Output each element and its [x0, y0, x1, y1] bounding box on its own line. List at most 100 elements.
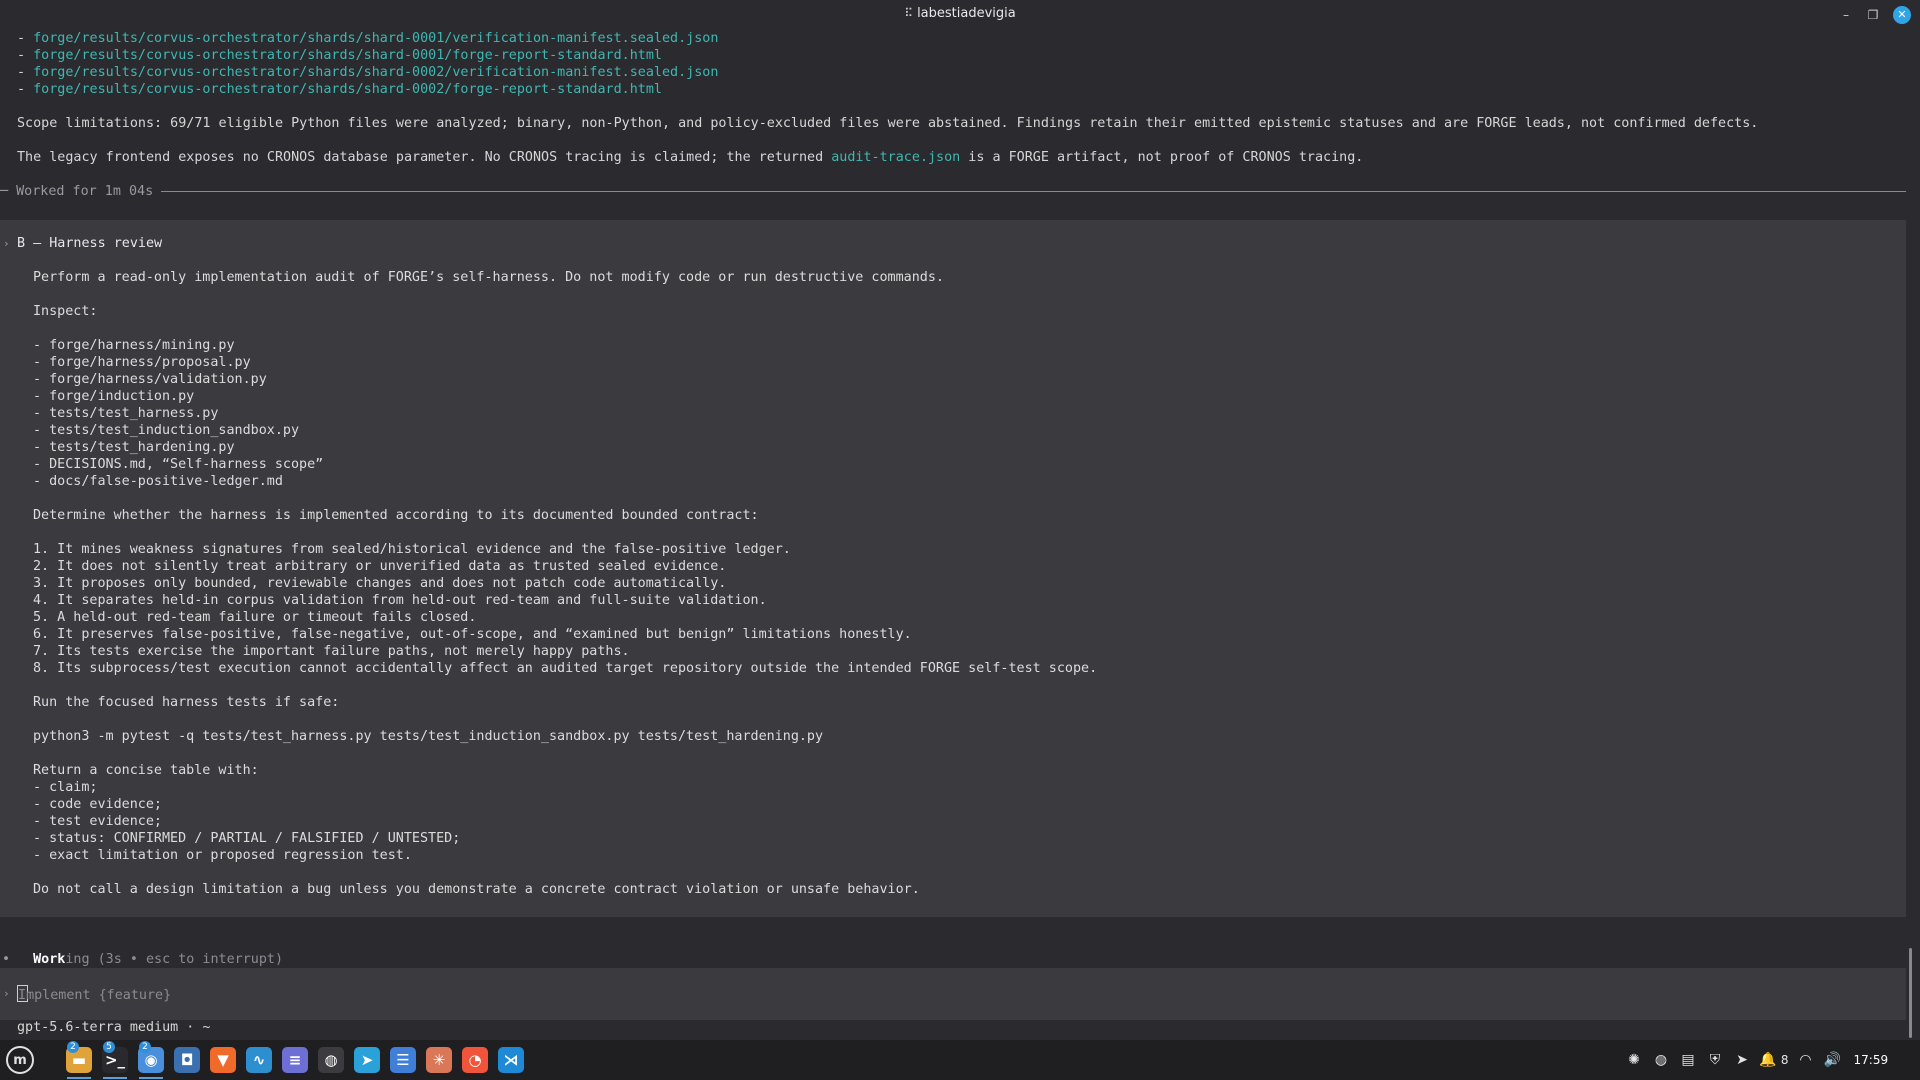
window-count-badge: 2	[67, 1041, 79, 1053]
contract-item: 3. It proposes only bounded, reviewable …	[33, 576, 727, 591]
terminal-scrollbar[interactable]	[1909, 948, 1912, 1038]
claude-tray-icon[interactable]: ✺	[1624, 1050, 1644, 1070]
divider-rule	[0, 191, 1906, 192]
closing-instruction: Do not call a design limitation a bug un…	[33, 882, 920, 897]
contract-item: 7. Its tests exercise the important fail…	[33, 644, 630, 659]
return-item: - status: CONFIRMED / PARTIAL / FALSIFIE…	[33, 831, 461, 846]
taskbar-app-screenshot[interactable]: ◘	[171, 1044, 203, 1076]
return-label: Return a concise table with:	[33, 763, 259, 778]
notes-icon: ≡	[282, 1047, 308, 1073]
terminal-output: - forge/results/corvus-orchestrator/shar…	[0, 30, 1906, 200]
inspect-label: Inspect:	[33, 304, 98, 319]
running-indicator	[139, 1077, 163, 1079]
pytest-command: python3 -m pytest -q tests/test_harness.…	[33, 729, 824, 744]
taskbar-app-notes[interactable]: ≡	[279, 1044, 311, 1076]
screenshot-icon: ◘	[174, 1047, 200, 1073]
file-link[interactable]: forge/results/corvus-orchestrator/shards…	[33, 31, 718, 46]
inspect-item: - DECISIONS.md, “Self-harness scope”	[33, 457, 324, 472]
shield-icon[interactable]: ⛨	[1705, 1050, 1725, 1070]
inspect-item: - forge/harness/validation.py	[33, 372, 267, 387]
file-list-item: - forge/results/corvus-orchestrator/shar…	[17, 48, 662, 63]
taskbar-app-telegram[interactable]: ➤	[351, 1044, 383, 1076]
clipboard-icon[interactable]: ▤	[1678, 1050, 1698, 1070]
volume-icon[interactable]: 🔊	[1823, 1050, 1843, 1070]
legacy-text-pre: The legacy frontend exposes no CRONOS da…	[17, 150, 832, 165]
taskbar-app-terminal[interactable]: >_ 5	[99, 1041, 131, 1079]
taskbar: m ▬ 2 >_ 5 ◉ 2 ◘ ▼ ∿ ≡ ◍ ➤ ☰ ✳ ◔ ⋊ ✺ ◍ ▤ ⛨ ➤ 🔔 8 ◠ 🔊 17…	[0, 1040, 1920, 1080]
legacy-frontend-text: The legacy frontend exposes no CRONOS da…	[0, 149, 1906, 166]
wifi-icon[interactable]: ◠	[1796, 1050, 1816, 1070]
inspect-item: - forge/induction.py	[33, 389, 195, 404]
vscode-icon: ⋊	[498, 1047, 524, 1073]
prompt-input-area[interactable]: › Implement {feature}	[0, 968, 1906, 1020]
running-indicator	[67, 1077, 91, 1079]
contract-item: 5. A held-out red-team failure or timeou…	[33, 610, 477, 625]
telegram-tray-icon[interactable]: ➤	[1732, 1050, 1752, 1070]
input-caret-icon: ›	[3, 987, 10, 1000]
audit-trace-link[interactable]: audit-trace.json	[831, 150, 960, 165]
inspect-item: - forge/harness/mining.py	[33, 338, 235, 353]
prompt-intro: Perform a read-only implementation audit…	[33, 270, 944, 285]
close-icon[interactable]: ✕	[1893, 6, 1911, 24]
taskbar-app-firefox-dev[interactable]: ◔	[459, 1044, 491, 1076]
taskbar-app-files[interactable]: ▬ 2	[63, 1041, 95, 1079]
window-titlebar: ⠯ labestiadevigia – ❐ ✕	[0, 0, 1920, 30]
file-link[interactable]: forge/results/corvus-orchestrator/shards…	[33, 65, 718, 80]
window-title-text: labestiadevigia	[917, 6, 1016, 21]
brave-icon: ▼	[210, 1047, 236, 1073]
return-item: - code evidence;	[33, 797, 162, 812]
window-title: ⠯ labestiadevigia	[0, 6, 1920, 21]
minimize-icon[interactable]: –	[1837, 6, 1855, 24]
run-tests-label: Run the focused harness tests if safe:	[33, 695, 340, 710]
inspect-item: - forge/harness/proposal.py	[33, 355, 251, 370]
prompt-caret-icon: ›	[3, 237, 10, 250]
taskbar-app-vscode[interactable]: ⋊	[495, 1044, 527, 1076]
file-link[interactable]: forge/results/corvus-orchestrator/shards…	[33, 48, 662, 63]
legacy-text-post: is a FORGE artifact, not proof of CRONOS…	[960, 150, 1364, 165]
working-label: Work	[33, 952, 66, 967]
contract-item: 8. Its subprocess/test execution cannot …	[33, 661, 1098, 676]
system-tray: ✺ ◍ ▤ ⛨ ➤ 🔔 8 ◠ 🔊 17:59	[1624, 1040, 1888, 1080]
inspect-item: - tests/test_hardening.py	[33, 440, 235, 455]
taskbar-app-text-editor[interactable]: ☰	[387, 1044, 419, 1076]
clock[interactable]: 17:59	[1854, 1053, 1889, 1067]
monitor-icon: ∿	[246, 1047, 272, 1073]
inspect-item: - tests/test_harness.py	[33, 406, 219, 421]
working-label-fade: ing	[65, 952, 90, 967]
window-count-badge: 5	[103, 1041, 115, 1053]
status-bullet-icon: •	[2, 952, 11, 967]
worked-for-text: Worked for 1m 04s	[16, 184, 154, 199]
file-list-item: - forge/results/corvus-orchestrator/shar…	[17, 82, 662, 97]
claude-icon: ✳	[426, 1047, 452, 1073]
firefox-dev-icon: ◔	[462, 1047, 488, 1073]
taskbar-app-chrome[interactable]: ◉ 2	[135, 1041, 167, 1079]
maximize-icon[interactable]: ❐	[1864, 6, 1882, 24]
running-indicator	[103, 1077, 127, 1079]
user-prompt-block: › B — Harness review Perform a read-only …	[0, 220, 1906, 917]
input-placeholder: mplement {feature}	[26, 988, 172, 1003]
taskbar-app-brave[interactable]: ▼	[207, 1044, 239, 1076]
taskbar-app-claude[interactable]: ✳	[423, 1044, 455, 1076]
taskbar-app-obs[interactable]: ◍	[315, 1044, 347, 1076]
notification-count: 8	[1780, 1053, 1789, 1067]
obs-tray-icon[interactable]: ◍	[1651, 1050, 1671, 1070]
worked-for-label: ─ Worked for 1m 04s	[0, 183, 162, 200]
prompt-heading-text: B — Harness review	[17, 236, 163, 251]
working-status: • Working (3s • esc to interrupt)	[0, 934, 283, 967]
prompt-input[interactable]: › Implement {feature}	[0, 985, 172, 1003]
model-status: gpt-5.6-terra medium · ~	[17, 1020, 211, 1035]
return-item: - claim;	[33, 780, 98, 795]
contract-item: 2. It does not silently treat arbitrary …	[33, 559, 727, 574]
contract-item: 6. It preserves false-positive, false-ne…	[33, 627, 912, 642]
inspect-item: - docs/false-positive-ledger.md	[33, 474, 283, 489]
notifications-icon[interactable]: 🔔 8	[1759, 1050, 1789, 1070]
terminal-icon: ⠯	[904, 6, 914, 20]
taskbar-app-monitor[interactable]: ∿	[243, 1044, 275, 1076]
start-menu-icon[interactable]: m	[6, 1046, 34, 1074]
file-link[interactable]: forge/results/corvus-orchestrator/shards…	[33, 82, 662, 97]
telegram-icon: ➤	[354, 1047, 380, 1073]
placeholder-first-char: I	[18, 988, 27, 1003]
return-item: - test evidence;	[33, 814, 162, 829]
text-editor-icon: ☰	[390, 1047, 416, 1073]
prompt-heading: › B — Harness review	[0, 235, 1906, 252]
